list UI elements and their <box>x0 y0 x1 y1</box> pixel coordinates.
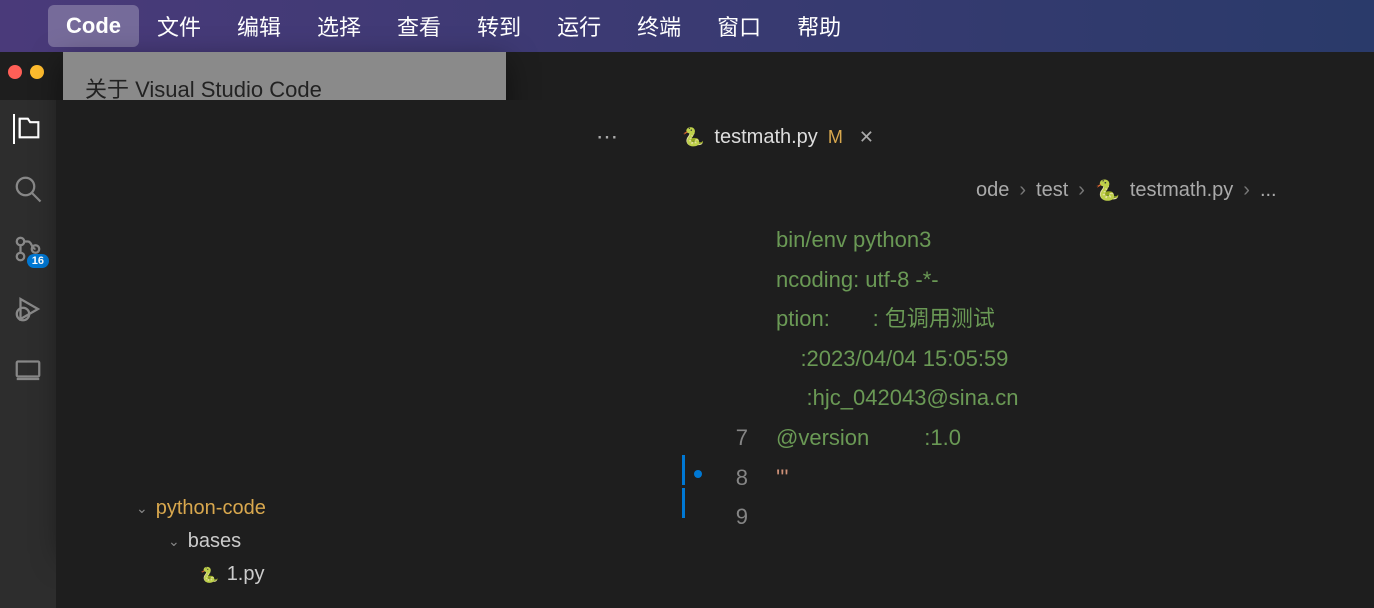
breadcrumb-part[interactable]: ode <box>976 179 1009 202</box>
breakpoint-dot[interactable] <box>694 470 702 478</box>
window-controls <box>8 65 44 79</box>
source-control-icon[interactable]: 16 <box>13 234 43 264</box>
tab-bar: ⋯ 🐍 testmath.py M ✕ <box>596 116 884 158</box>
run-debug-icon[interactable] <box>13 294 43 324</box>
search-icon[interactable] <box>13 174 43 204</box>
gutter-diff-marks <box>682 455 685 521</box>
breadcrumb-part[interactable]: testmath.py <box>1130 179 1233 202</box>
breadcrumb-part[interactable]: test <box>1036 179 1068 202</box>
menubar-item-terminal[interactable]: 终端 <box>619 2 699 50</box>
remote-icon[interactable] <box>13 354 43 384</box>
tab-filename: testmath.py <box>714 126 817 149</box>
python-file-icon: 🐍 <box>1095 178 1120 203</box>
menubar-item-help[interactable]: 帮助 <box>779 2 859 50</box>
code-line: bin/env python3 <box>706 220 1364 260</box>
code-line: :hjc_042043@sina.cn <box>706 378 1364 418</box>
menubar-item-go[interactable]: 转到 <box>459 2 539 50</box>
menubar-item-window[interactable]: 窗口 <box>699 2 779 50</box>
more-icon[interactable]: ⋯ <box>596 124 618 150</box>
minimize-window-button[interactable] <box>30 65 44 79</box>
tree-folder[interactable]: ⌄ bases <box>136 525 266 558</box>
menubar-item-edit[interactable]: 编辑 <box>219 2 299 50</box>
code-line: 9 <box>706 497 1364 537</box>
chevron-down-icon: ⌄ <box>168 533 180 550</box>
editor-area: ⋯ 🐍 testmath.py M ✕ ode › test › 🐍 testm… <box>56 100 1374 608</box>
python-file-icon: 🐍 <box>682 127 704 148</box>
editor-tab[interactable]: 🐍 testmath.py M ✕ <box>672 120 884 155</box>
chevron-right-icon: › <box>1243 179 1250 202</box>
tree-file[interactable]: 🐍 1.py <box>136 558 266 591</box>
menubar-item-file[interactable]: 文件 <box>139 2 219 50</box>
file-tree: ⌄ python-code ⌄ bases 🐍 1.py <box>136 492 266 591</box>
code-line: ncoding: utf-8 -*- <box>706 260 1364 300</box>
chevron-right-icon: › <box>1019 179 1026 202</box>
tree-file-label: 1.py <box>227 563 265 586</box>
menubar: Code 文件 编辑 选择 查看 转到 运行 终端 窗口 帮助 <box>0 0 1374 52</box>
scm-badge: 16 <box>27 254 49 268</box>
menubar-item-code[interactable]: Code <box>48 5 139 47</box>
menubar-item-selection[interactable]: 选择 <box>299 2 379 50</box>
tree-folder[interactable]: ⌄ python-code <box>136 492 266 525</box>
tab-modified-indicator: M <box>828 127 843 148</box>
python-file-icon: 🐍 <box>200 566 219 584</box>
code-line: ption: : 包调用测试 <box>706 299 1364 339</box>
code-line: 8''' <box>706 458 1364 498</box>
chevron-down-icon: ⌄ <box>136 500 148 517</box>
tree-folder-label: bases <box>188 530 241 553</box>
code-line: 7@version :1.0 <box>706 418 1364 458</box>
explorer-icon[interactable] <box>13 114 43 144</box>
chevron-right-icon: › <box>1078 179 1085 202</box>
diff-mark <box>682 455 685 485</box>
diff-mark <box>682 488 685 518</box>
activity-bar: 16 <box>0 100 56 608</box>
breadcrumb-part[interactable]: ... <box>1260 179 1277 202</box>
close-icon[interactable]: ✕ <box>859 127 874 148</box>
close-window-button[interactable] <box>8 65 22 79</box>
breadcrumb[interactable]: ode › test › 🐍 testmath.py › ... <box>976 178 1364 203</box>
menubar-item-view[interactable]: 查看 <box>379 2 459 50</box>
tree-folder-label: python-code <box>156 497 266 520</box>
code-line: :2023/04/04 15:05:59 <box>706 339 1364 379</box>
code-editor[interactable]: bin/env python3 ncoding: utf-8 -*- ption… <box>706 220 1364 537</box>
menubar-item-run[interactable]: 运行 <box>539 2 619 50</box>
